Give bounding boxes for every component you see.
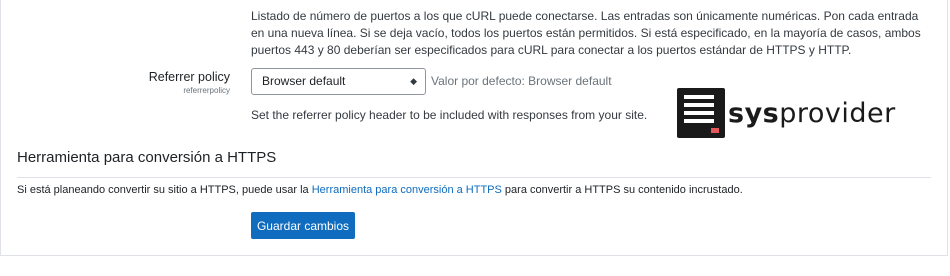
save-changes-button[interactable]: Guardar cambios: [251, 212, 355, 239]
referrer-policy-title: Referrer policy: [148, 70, 230, 84]
https-conversion-tool-link[interactable]: Herramienta para conversión a HTTPS: [312, 184, 502, 196]
logo-wordmark: sysprovider: [728, 98, 896, 129]
logo-text-light: provider: [779, 97, 896, 129]
settings-page: Listado de número de puertos a los que c…: [0, 0, 950, 276]
https-text-before: Si está planeando convertir su sitio a H…: [17, 184, 312, 196]
https-section-text: Si está planeando convertir su sitio a H…: [17, 184, 743, 196]
referrer-policy-select[interactable]: Browser default ◆: [251, 68, 426, 95]
frame-border-bottom: [0, 255, 948, 256]
frame-border-right: [947, 0, 948, 256]
referrer-policy-description: Set the referrer policy header to be inc…: [251, 108, 648, 122]
sysprovider-logo: sysprovider: [677, 86, 896, 140]
server-icon: [677, 88, 725, 138]
up-down-chevron-icon: ◆: [410, 76, 417, 86]
referrer-policy-selected-value: Browser default: [262, 74, 346, 88]
https-text-after: para convertir a HTTPS su contenido incr…: [501, 184, 743, 196]
referrer-policy-setting-key: referrerpolicy: [183, 86, 230, 95]
allowed-ports-description: Listado de número de puertos a los que c…: [251, 9, 921, 57]
frame-border-left: [0, 0, 1, 256]
referrer-policy-label: Referrer policy referrerpolicy: [100, 70, 230, 97]
https-section-heading: Herramienta para conversión a HTTPS: [17, 149, 277, 166]
section-divider: [17, 177, 931, 178]
logo-text-bold: sys: [728, 97, 780, 129]
referrer-policy-default-note: Valor por defecto: Browser default: [431, 74, 612, 88]
